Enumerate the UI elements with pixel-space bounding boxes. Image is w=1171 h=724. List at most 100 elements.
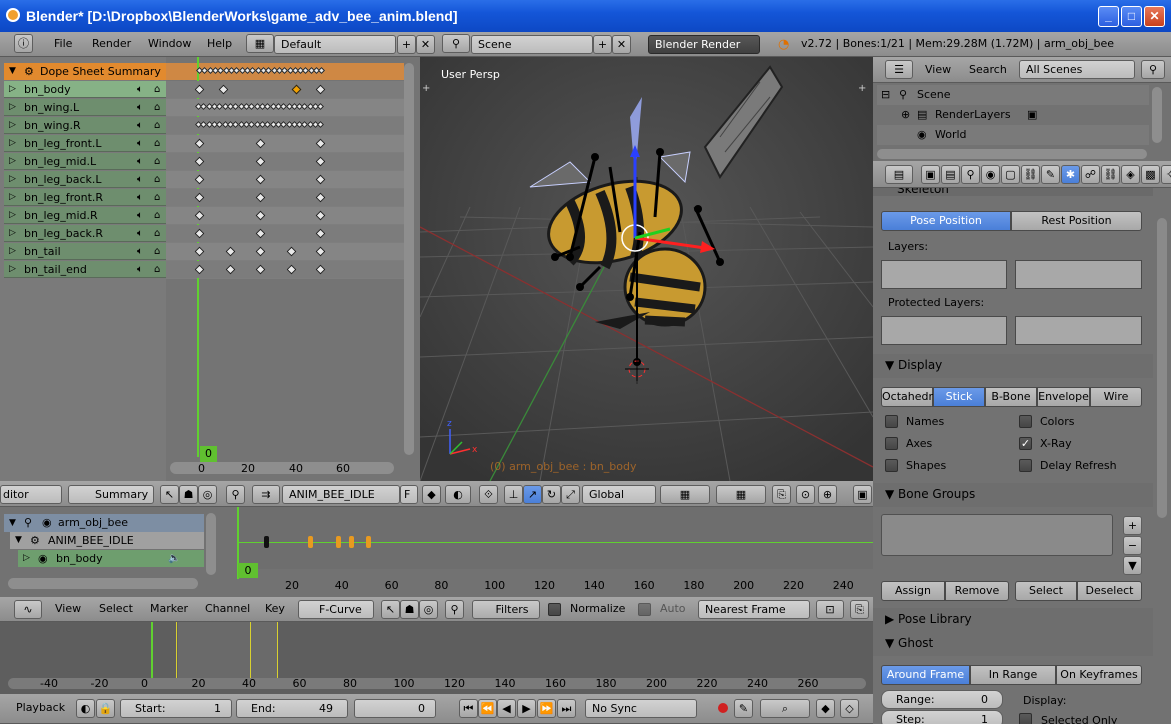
nla-key[interactable]: [366, 536, 371, 548]
scene-icon[interactable]: ⚲: [442, 34, 470, 53]
expand-icon[interactable]: ▷: [9, 261, 16, 278]
prev-key-icon[interactable]: ⏪: [478, 699, 497, 718]
bone-groups-list[interactable]: [881, 514, 1113, 556]
auto-key-icon[interactable]: [718, 703, 728, 713]
remove-scene-icon[interactable]: ✕: [612, 35, 631, 54]
render-engine-dropdown[interactable]: Blender Render: [648, 35, 760, 54]
graph-hscrollbar[interactable]: [8, 678, 866, 689]
display-type-b-bone[interactable]: B-Bone: [985, 387, 1037, 407]
summary-channel[interactable]: ▼ ⚙ Dope Sheet Summary: [4, 63, 166, 80]
assign-button[interactable]: Assign: [881, 581, 945, 601]
remove-button[interactable]: Remove: [945, 581, 1009, 601]
sync-dropdown[interactable]: No Sync: [585, 699, 697, 718]
expand-icon[interactable]: ▷: [9, 189, 16, 206]
add-bone-group-icon[interactable]: +: [1123, 516, 1142, 535]
properties-editor-icon[interactable]: ▤: [885, 165, 913, 184]
channel-row[interactable]: ▷ bn_leg_front.R 🔈︎ ⌂: [4, 189, 166, 206]
bone-constraints-tab-icon[interactable]: ⛓: [1101, 165, 1120, 184]
play-reverse-icon[interactable]: ◀: [497, 699, 516, 718]
names-checkbox[interactable]: [885, 415, 898, 428]
menu-help[interactable]: Help: [207, 32, 232, 56]
data-tab-icon[interactable]: ✱: [1061, 165, 1080, 184]
bone-tab-icon[interactable]: ☍: [1081, 165, 1100, 184]
filters-button[interactable]: Filters: [472, 600, 540, 619]
world-tab-icon[interactable]: ◉: [981, 165, 1000, 184]
expand-icon[interactable]: ▷: [9, 225, 16, 242]
pose-library-panel-header[interactable]: ▶ Pose Library: [873, 608, 1153, 632]
channel-row[interactable]: ▷ bn_wing.R 🔈︎ ⌂: [4, 117, 166, 134]
expand-icon[interactable]: ▷: [9, 135, 16, 152]
nla-hscrollbar[interactable]: [8, 578, 198, 589]
close-button[interactable]: ✕: [1144, 6, 1165, 27]
lock-icon[interactable]: ⌂: [154, 117, 160, 134]
shapes-checkbox[interactable]: [885, 459, 898, 472]
display-type-wire[interactable]: Wire: [1090, 387, 1142, 407]
editor-type-icon[interactable]: ⓘ: [14, 34, 33, 53]
outliner-menu-view[interactable]: View: [925, 58, 951, 82]
rest-position-button[interactable]: Rest Position: [1011, 211, 1142, 231]
manipulator-icon[interactable]: ⊥: [504, 485, 523, 504]
3d-viewport[interactable]: z x (0) arm_obj_bee : bn_body User Persp…: [420, 57, 873, 481]
expand-icon[interactable]: ▷: [9, 207, 16, 224]
jump-end-icon[interactable]: ⏭: [557, 699, 576, 718]
graph-mode-dropdown[interactable]: F-Curve: [298, 600, 374, 619]
mute-icon[interactable]: 🔈︎: [137, 81, 143, 98]
play-icon[interactable]: ▶: [517, 699, 536, 718]
layout-icon[interactable]: ▦: [246, 34, 274, 53]
texture-tab-icon[interactable]: ▩: [1141, 165, 1160, 184]
mute-icon[interactable]: 🔈︎: [137, 99, 143, 116]
keying-icon[interactable]: ✎: [734, 699, 753, 718]
dopesheet-mode-dropdown[interactable]: ditor: [0, 485, 62, 504]
outliner-scrollbar[interactable]: [1152, 87, 1162, 143]
add-scene-icon[interactable]: +: [593, 35, 612, 54]
menu-file[interactable]: File: [54, 32, 72, 56]
lock-icon[interactable]: ⌂: [154, 81, 160, 98]
modifiers-tab-icon[interactable]: ✎: [1041, 165, 1060, 184]
channel-row[interactable]: ▷ bn_leg_back.L 🔈︎ ⌂: [4, 171, 166, 188]
expand-icon[interactable]: ▷: [9, 81, 16, 98]
on-keyframes-button[interactable]: On Keyframes: [1056, 665, 1142, 685]
orientation-dropdown[interactable]: Global: [582, 485, 656, 504]
skeleton-panel-header[interactable]: Skeleton: [873, 188, 1153, 196]
mute-icon[interactable]: 🔈︎: [137, 153, 143, 170]
graph-menu-view[interactable]: View: [55, 597, 81, 621]
protected-layers-grid-1[interactable]: [881, 316, 1007, 345]
zoom-icon[interactable]: ⚲: [226, 485, 245, 504]
bone-groups-panel-header[interactable]: ▼ Bone Groups: [873, 483, 1153, 507]
mute-icon[interactable]: 🔈︎: [137, 225, 143, 242]
translate-icon[interactable]: ↗: [523, 485, 542, 504]
channel-row[interactable]: ▷ bn_tail_end 🔈︎ ⌂: [4, 261, 166, 278]
outliner-filter-dropdown[interactable]: All Scenes: [1019, 60, 1135, 79]
nla-key[interactable]: [308, 536, 313, 548]
object-tab-icon[interactable]: ▢: [1001, 165, 1020, 184]
outliner-icon[interactable]: ☰: [885, 60, 913, 79]
step-field[interactable]: Step: 1: [881, 710, 1003, 724]
axes-checkbox[interactable]: [885, 437, 898, 450]
channel-row[interactable]: ▷ bn_wing.L 🔈︎ ⌂: [4, 99, 166, 116]
expand-icon[interactable]: ▷: [9, 99, 16, 116]
pose-copy-icon[interactable]: ⎘: [772, 485, 791, 504]
display-type-envelope[interactable]: Envelope: [1037, 387, 1090, 407]
keying-set-field[interactable]: ⌕: [760, 699, 810, 718]
lock-icon[interactable]: ⌂: [154, 153, 160, 170]
mute-icon[interactable]: 🔈︎: [137, 189, 143, 206]
nla-key[interactable]: [349, 536, 354, 548]
particles-tab-icon[interactable]: ✧: [1161, 165, 1171, 184]
lock-icon[interactable]: ⌂: [154, 207, 160, 224]
graph-editor-icon[interactable]: ∿: [14, 600, 42, 619]
ghost-icon[interactable]: ☗: [179, 485, 198, 504]
lock-icon[interactable]: ⌂: [154, 261, 160, 278]
ghost-panel-header[interactable]: ▼ Ghost: [873, 632, 1153, 656]
channel-row[interactable]: ▷ bn_leg_front.L 🔈︎ ⌂: [4, 135, 166, 152]
copy-icon[interactable]: ⎘: [850, 600, 869, 619]
layout-field[interactable]: Default: [274, 35, 396, 54]
fake-user-button[interactable]: F: [400, 485, 418, 504]
menu-window[interactable]: Window: [148, 32, 191, 56]
outliner-renderlayers[interactable]: ⊕ ▤ RenderLayers ▣: [877, 105, 1149, 125]
layers-2-icon[interactable]: ▦: [716, 485, 766, 504]
material-tab-icon[interactable]: ◈: [1121, 165, 1140, 184]
expand-icon[interactable]: ▷: [9, 243, 16, 260]
graph-zoom-icon[interactable]: ⚲: [445, 600, 464, 619]
outliner-world[interactable]: ◉ World: [877, 125, 1149, 145]
nla-key[interactable]: [264, 536, 269, 548]
